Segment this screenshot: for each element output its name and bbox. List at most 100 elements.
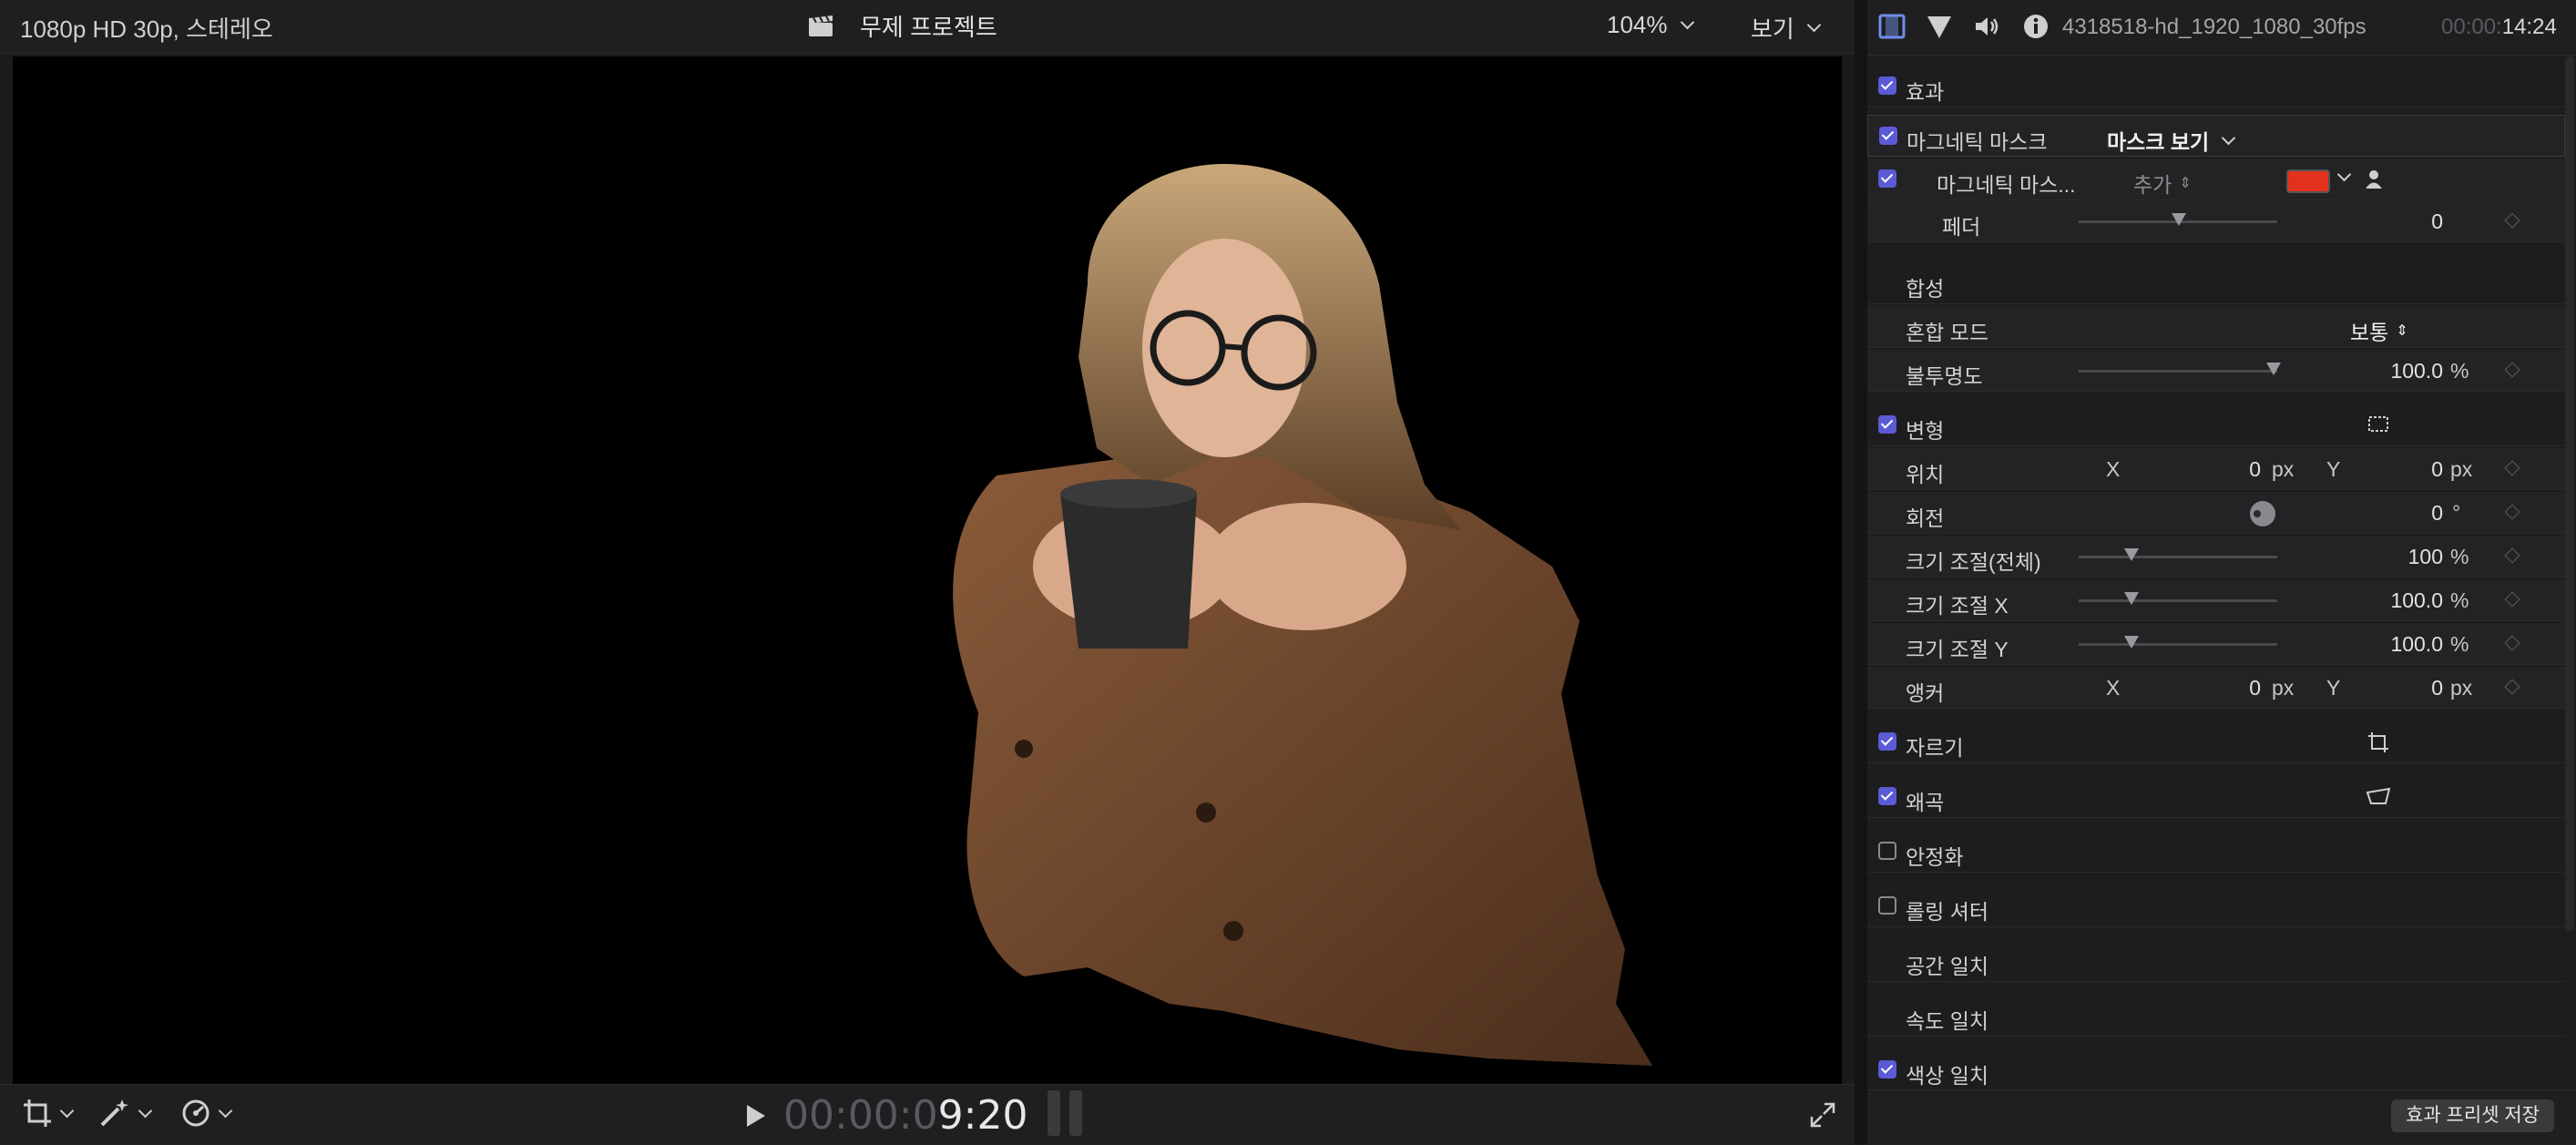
scale-y-row: 크기 조절 Y 100.0 %	[1867, 623, 2565, 665]
video-inspector-icon[interactable]	[1878, 14, 1906, 39]
scale-x-value[interactable]: 100.0	[2334, 588, 2443, 613]
compositing-label: 합성	[1906, 277, 1945, 301]
color-conform-section[interactable]: 색상 일치	[1867, 1049, 2565, 1091]
rotation-label: 회전	[1906, 506, 1945, 530]
view-menu[interactable]: 보기	[1751, 11, 1822, 45]
viewer-header: 1080p HD 30p, 스테레오 무제 프로젝트 104% 보기	[0, 0, 1855, 54]
rotation-unit: °	[2452, 501, 2461, 525]
anchor-y-value[interactable]: 0	[2334, 676, 2443, 700]
person-icon[interactable]	[2365, 169, 2383, 189]
inspector-scrollbar[interactable]	[2565, 56, 2574, 931]
feather-label: 페더	[1942, 215, 1981, 239]
distort-label: 왜곡	[1906, 791, 1945, 814]
updown-icon: ⇕	[2179, 176, 2192, 191]
speaker-icon[interactable]	[1973, 14, 2002, 39]
crop-onscreen-icon[interactable]	[2366, 731, 2390, 754]
zoom-menu[interactable]: 104%	[1607, 11, 1694, 39]
feather-slider[interactable]	[2079, 213, 2277, 226]
slider-thumb[interactable]	[2172, 213, 2186, 226]
chevron-down-icon	[1680, 15, 1694, 30]
fullscreen-icon[interactable]	[1809, 1101, 1836, 1129]
keyframe-icon[interactable]	[2504, 362, 2520, 378]
stabilization-label: 안정화	[1906, 845, 1964, 869]
transform-tool-menu[interactable]	[22, 1098, 75, 1129]
effects-checkbox[interactable]	[1878, 77, 1896, 95]
scale-y-unit: %	[2450, 632, 2469, 656]
show-mask-menu[interactable]: 마스크 보기	[2107, 125, 2236, 156]
effects-section[interactable]: 효과	[1867, 66, 2565, 107]
rolling-shutter-checkbox[interactable]	[1878, 896, 1896, 915]
scale-all-unit: %	[2450, 545, 2469, 568]
position-x-value[interactable]: 0	[2152, 457, 2261, 482]
add-mask-menu[interactable]: 추가 ⇕	[2133, 168, 2192, 199]
stabilization-section[interactable]: 안정화	[1867, 831, 2565, 873]
keyframe-icon[interactable]	[2504, 635, 2520, 651]
rotation-dial[interactable]	[2250, 501, 2275, 526]
clip-duration-dim: 00:00:	[2441, 15, 2502, 39]
info-icon[interactable]	[2022, 13, 2050, 40]
slider-thumb[interactable]	[2124, 592, 2139, 605]
crop-section[interactable]: 자르기	[1867, 721, 2565, 763]
transform-section[interactable]: 변형	[1867, 404, 2565, 446]
keyframe-icon[interactable]	[2504, 591, 2520, 608]
inspector-footer: 효과 프리셋 저장	[1867, 1089, 2576, 1145]
scale-all-value[interactable]: 100	[2334, 545, 2443, 569]
save-effects-preset-button[interactable]: 효과 프리셋 저장	[2391, 1099, 2554, 1132]
slider-thumb[interactable]	[2266, 363, 2281, 375]
crop-checkbox[interactable]	[1878, 732, 1896, 751]
rate-conform-section[interactable]: 속도 일치	[1867, 995, 2565, 1037]
audio-meter-icon	[1048, 1090, 1082, 1136]
spatial-conform-section[interactable]: 공간 일치	[1867, 940, 2565, 982]
transform-checkbox[interactable]	[1878, 415, 1896, 434]
panel-divider[interactable]	[1855, 0, 1867, 1144]
rolling-shutter-section[interactable]: 롤링 셔터	[1867, 885, 2565, 927]
scale-x-slider[interactable]	[2079, 592, 2277, 605]
slider-thumb[interactable]	[2124, 636, 2139, 649]
rate-conform-label: 속도 일치	[1906, 1009, 1989, 1033]
keyframe-icon[interactable]	[2504, 460, 2520, 476]
keyframe-icon[interactable]	[2504, 679, 2520, 695]
compositing-section[interactable]: 합성	[1867, 262, 2565, 304]
scale-all-slider[interactable]	[2079, 548, 2277, 561]
position-y-unit: px	[2450, 457, 2473, 481]
enhance-menu[interactable]	[98, 1098, 153, 1129]
mask-shape-checkbox[interactable]	[1878, 169, 1896, 188]
chevron-down-icon[interactable]	[2336, 167, 2352, 182]
crop-label: 자르기	[1906, 736, 1964, 760]
feather-value[interactable]: 0	[2334, 210, 2443, 234]
keyframe-icon[interactable]	[2504, 547, 2520, 564]
video-viewer[interactable]	[13, 56, 1842, 1084]
magnetic-mask-effect[interactable]: 마그네틱 마스크 마스크 보기	[1867, 115, 2565, 157]
retime-menu[interactable]	[180, 1098, 233, 1129]
anchor-x-value[interactable]: 0	[2152, 676, 2261, 700]
rotation-value[interactable]: 0	[2334, 501, 2443, 526]
scale-y-slider[interactable]	[2079, 636, 2277, 649]
chevron-down-icon	[59, 1103, 75, 1118]
mask-color-swatch[interactable]	[2286, 169, 2330, 193]
scale-y-label: 크기 조절 Y	[1906, 638, 2009, 661]
color-inspector-icon[interactable]	[1926, 14, 1953, 39]
effects-label: 효과	[1906, 80, 1945, 104]
format-label: 1080p HD 30p, 스테레오	[20, 15, 273, 43]
opacity-value[interactable]: 100.0	[2334, 359, 2443, 383]
distort-checkbox[interactable]	[1878, 787, 1896, 805]
scale-y-value[interactable]: 100.0	[2334, 632, 2443, 657]
transform-onscreen-icon[interactable]	[2366, 414, 2390, 435]
updown-icon: ⇕	[2396, 323, 2408, 339]
distort-section[interactable]: 왜곡	[1867, 776, 2565, 818]
distort-onscreen-icon[interactable]	[2365, 785, 2392, 807]
opacity-slider[interactable]	[2079, 363, 2281, 375]
slider-thumb[interactable]	[2124, 548, 2139, 561]
mask-shape-label: 마그네틱 마스...	[1937, 173, 2076, 197]
magnetic-mask-checkbox[interactable]	[1879, 127, 1897, 145]
view-label: 보기	[1751, 15, 1794, 43]
keyframe-icon[interactable]	[2504, 212, 2520, 229]
play-icon[interactable]	[747, 1104, 765, 1127]
keyframe-icon[interactable]	[2504, 504, 2520, 520]
color-conform-checkbox[interactable]	[1878, 1060, 1896, 1079]
blend-mode-select[interactable]: 보통 ⇕	[2350, 315, 2408, 346]
timecode-display[interactable]: 00:00:0 9:20	[747, 1092, 1027, 1139]
stabilization-checkbox[interactable]	[1878, 842, 1896, 860]
position-y-value[interactable]: 0	[2334, 457, 2443, 482]
magnetic-mask-shape[interactable]: 마그네틱 마스... 추가 ⇕	[1867, 158, 2565, 200]
